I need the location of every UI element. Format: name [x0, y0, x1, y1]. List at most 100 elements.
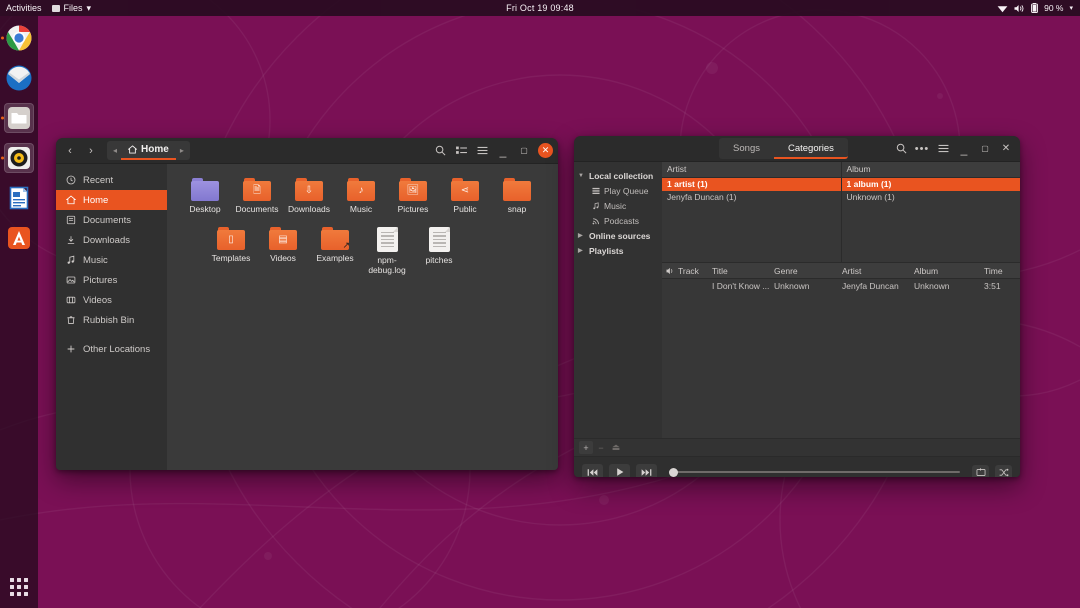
- file-item-pitches[interactable]: pitches: [413, 223, 465, 276]
- dock-item-ubuntu-software[interactable]: [0, 220, 38, 256]
- minimize-button[interactable]: _: [494, 142, 512, 160]
- eject-button[interactable]: ⏏: [609, 441, 623, 454]
- file-item-templates[interactable]: ▯ Templates: [205, 223, 257, 276]
- file-label: Pictures: [398, 205, 429, 215]
- seek-handle[interactable]: [669, 468, 678, 477]
- more-options-button[interactable]: •••: [913, 140, 931, 158]
- seek-slider[interactable]: [669, 471, 960, 473]
- remove-button[interactable]: −: [594, 441, 608, 454]
- file-item-desktop[interactable]: Desktop: [179, 174, 231, 215]
- album-row-all[interactable]: 1 album (1): [842, 178, 1021, 191]
- column-header-track[interactable]: Track: [678, 266, 712, 276]
- tree-item-local-collection[interactable]: ▼ Local collection: [574, 168, 662, 183]
- breadcrumb-label: Home: [141, 144, 169, 155]
- album-row[interactable]: Unknown (1): [842, 191, 1021, 204]
- file-item-npm-debug-log[interactable]: npm-debug.log: [361, 223, 413, 276]
- sidebar-item-documents[interactable]: Documents: [56, 210, 167, 230]
- artist-column[interactable]: Artist 1 artist (1) Jenyfa Duncan (1): [662, 162, 842, 262]
- rhythmbox-window[interactable]: Songs Categories ••• _: [574, 136, 1020, 477]
- search-button[interactable]: [431, 142, 449, 160]
- clock-button[interactable]: Fri Oct 19 09:48: [0, 3, 1080, 13]
- dock-item-rhythmbox[interactable]: [0, 140, 38, 176]
- tab-categories[interactable]: Categories: [774, 138, 848, 159]
- rhythmbox-titlebar[interactable]: Songs Categories ••• _: [574, 136, 1020, 162]
- list-view-icon: [456, 146, 467, 156]
- file-item-documents[interactable]: 🗎 Documents: [231, 174, 283, 215]
- file-item-examples[interactable]: ↗ Examples: [309, 223, 361, 276]
- file-item-music[interactable]: ♪ Music: [335, 174, 387, 215]
- file-item-public[interactable]: ⋖ Public: [439, 174, 491, 215]
- breadcrumb-scroll-left-icon[interactable]: ◂: [109, 146, 121, 155]
- dock-item-google-chrome[interactable]: [0, 20, 38, 56]
- ubuntu-dock: [0, 16, 38, 608]
- sidebar-item-pictures[interactable]: Pictures: [56, 270, 167, 290]
- close-button[interactable]: ✕: [997, 140, 1015, 158]
- track-row[interactable]: I Don't Know ... Unknown Jenyfa Duncan U…: [662, 279, 1020, 293]
- tree-item-label: Podcasts: [604, 216, 639, 226]
- tab-songs[interactable]: Songs: [719, 138, 774, 159]
- files-icon-view[interactable]: Desktop 🗎 Documents ⇩ Downloads: [167, 164, 558, 470]
- file-item-downloads[interactable]: ⇩ Downloads: [283, 174, 335, 215]
- column-header-genre[interactable]: Genre: [774, 266, 842, 276]
- file-item-pictures[interactable]: 🖼 Pictures: [387, 174, 439, 215]
- sidebar-item-music[interactable]: Music: [56, 250, 167, 270]
- minimize-button[interactable]: _: [955, 140, 973, 158]
- breadcrumb[interactable]: ◂ Home ▸: [107, 141, 190, 160]
- sidebar-item-rubbish-bin[interactable]: Rubbish Bin: [56, 310, 167, 330]
- top-bar: Activities Files ▾ Fri Oct 19 09:48 90 %…: [0, 0, 1080, 16]
- artist-column-header[interactable]: Artist: [662, 162, 841, 178]
- search-button[interactable]: [892, 140, 910, 158]
- sidebar-item-home[interactable]: Home: [56, 190, 167, 210]
- previous-button[interactable]: [582, 464, 603, 478]
- close-button[interactable]: ✕: [538, 143, 553, 158]
- more-icon: •••: [915, 143, 930, 155]
- speaker-icon: [662, 267, 678, 275]
- play-button[interactable]: [609, 464, 630, 478]
- tree-item-play-queue[interactable]: Play Queue: [574, 183, 662, 198]
- back-button[interactable]: ‹: [61, 142, 79, 160]
- repeat-button[interactable]: [972, 465, 989, 478]
- breadcrumb-item-home[interactable]: Home: [121, 141, 176, 160]
- tree-item-label: Playlists: [589, 246, 624, 256]
- column-header-artist[interactable]: Artist: [842, 266, 914, 276]
- file-label: pitches: [426, 256, 453, 266]
- tree-item-playlists[interactable]: ▶ Playlists: [574, 243, 662, 258]
- file-item-snap[interactable]: snap: [491, 174, 543, 215]
- tree-item-podcasts[interactable]: Podcasts: [574, 213, 662, 228]
- column-header-time[interactable]: Time: [984, 266, 1020, 276]
- album-column-header[interactable]: Album: [842, 162, 1021, 178]
- sidebar-item-recent[interactable]: Recent: [56, 170, 167, 190]
- tree-item-online-sources[interactable]: ▶ Online sources: [574, 228, 662, 243]
- show-applications-button[interactable]: [4, 572, 34, 602]
- add-button[interactable]: +: [579, 441, 593, 454]
- files-window[interactable]: ‹ › ◂ Home ▸: [56, 138, 558, 470]
- maximize-button[interactable]: ▢: [515, 142, 533, 160]
- file-item-videos[interactable]: ▤ Videos: [257, 223, 309, 276]
- track-list[interactable]: Track Title Genre Artist Album Time I Do…: [662, 263, 1020, 438]
- next-button[interactable]: [636, 464, 657, 478]
- main-menu-button[interactable]: [934, 140, 952, 158]
- sidebar-item-other-locations[interactable]: Other Locations: [56, 339, 167, 359]
- view-tabs[interactable]: Songs Categories: [719, 138, 848, 159]
- column-header-title[interactable]: Title: [712, 266, 774, 276]
- dock-item-files[interactable]: [0, 100, 38, 136]
- sidebar-item-videos[interactable]: Videos: [56, 290, 167, 310]
- album-column[interactable]: Album 1 album (1) Unknown (1): [842, 162, 1021, 262]
- shuffle-icon: [999, 468, 1009, 477]
- forward-button[interactable]: ›: [82, 142, 100, 160]
- files-titlebar[interactable]: ‹ › ◂ Home ▸: [56, 138, 558, 164]
- column-header-album[interactable]: Album: [914, 266, 984, 276]
- tree-item-music[interactable]: Music: [574, 198, 662, 213]
- shuffle-button[interactable]: [995, 465, 1012, 478]
- view-toggle-button[interactable]: [452, 142, 470, 160]
- dock-item-thunderbird[interactable]: [0, 60, 38, 96]
- artist-row[interactable]: Jenyfa Duncan (1): [662, 191, 841, 204]
- artist-row-all[interactable]: 1 artist (1): [662, 178, 841, 191]
- main-menu-button[interactable]: [473, 142, 491, 160]
- menu-icon: [938, 144, 949, 153]
- sidebar-item-downloads[interactable]: Downloads: [56, 230, 167, 250]
- library-browser: Artist 1 artist (1) Jenyfa Duncan (1) Al…: [662, 162, 1020, 263]
- maximize-button[interactable]: ▢: [976, 140, 994, 158]
- breadcrumb-scroll-right-icon[interactable]: ▸: [176, 146, 188, 155]
- dock-item-libreoffice-writer[interactable]: [0, 180, 38, 216]
